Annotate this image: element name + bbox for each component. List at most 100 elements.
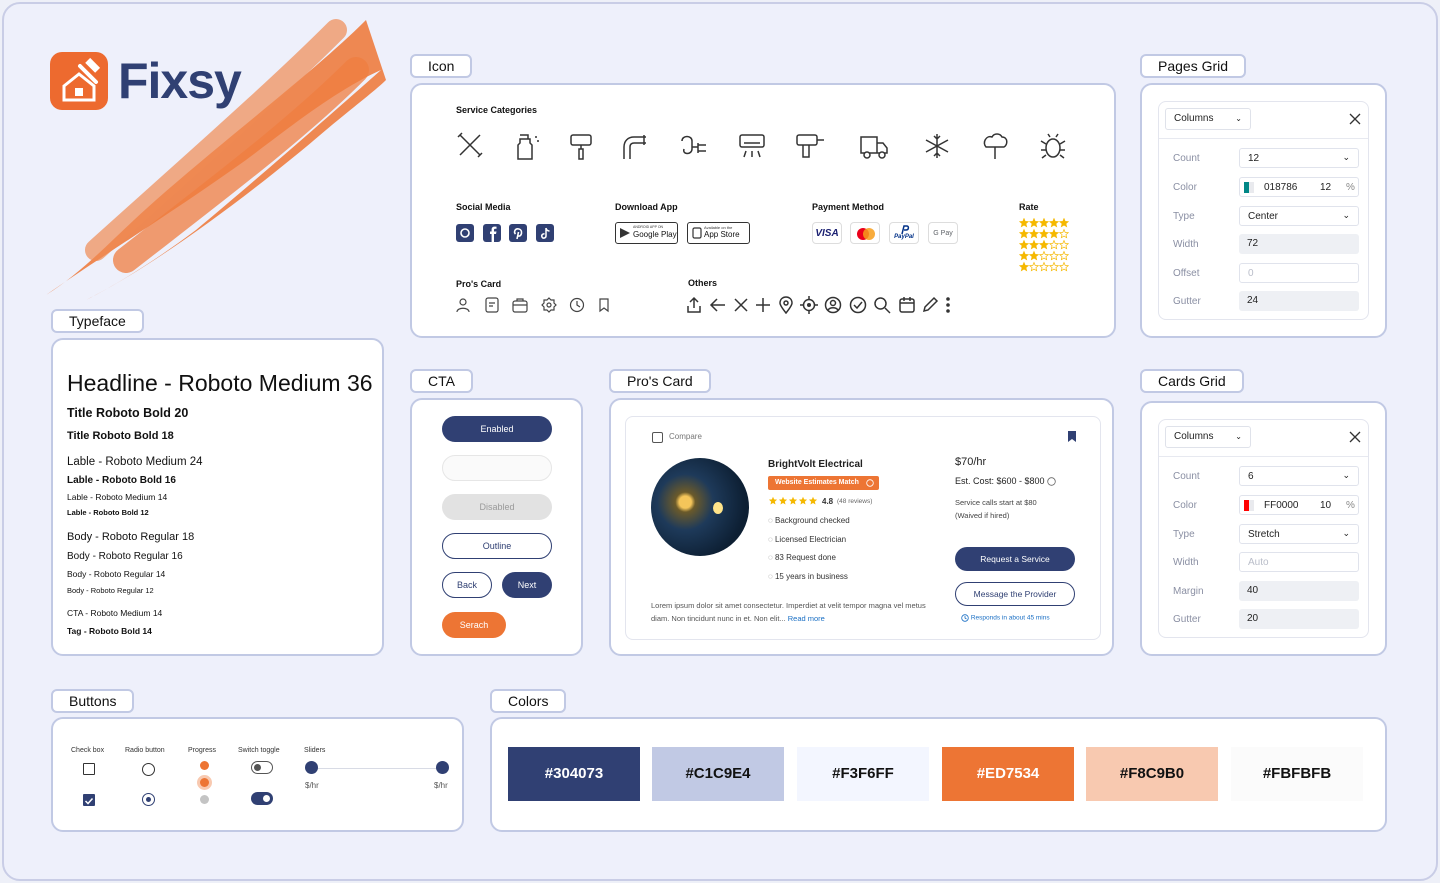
read-more-link[interactable]: Read more — [788, 614, 825, 623]
bookmark-icon[interactable] — [1067, 430, 1077, 443]
pro-card: Compare BrightVolt Electrical Website Es… — [625, 416, 1101, 640]
chevron-down-icon: ⌄ — [1342, 470, 1350, 480]
estimated-cost: Est. Cost: $600 - $800 — [955, 476, 1056, 486]
next-button[interactable]: Next — [502, 572, 552, 598]
radio-unselected[interactable] — [142, 763, 155, 776]
instagram-icon[interactable] — [456, 224, 474, 242]
google-play-badge[interactable]: ANDROID APP ON Google Play — [615, 222, 678, 244]
locate-target-icon[interactable] — [800, 296, 818, 314]
check-circle-icon[interactable] — [849, 296, 867, 314]
tiktok-icon[interactable] — [536, 224, 554, 242]
grid-field-color[interactable]: FF0000 10% — [1239, 495, 1359, 515]
color-hex-value: 018786 — [1264, 182, 1298, 193]
tag14-sample: Tag - Roboto Bold 14 — [67, 626, 152, 636]
others-title: Others — [688, 278, 718, 288]
color-opacity-value: 12 — [1320, 182, 1332, 193]
color-swatch: #F3F6FF — [797, 747, 929, 801]
download-app-title: Download App — [615, 202, 678, 212]
color-swatch: #FBFBFB — [1231, 747, 1363, 801]
tree-icon — [983, 133, 1008, 159]
checkbox-unchecked[interactable] — [83, 763, 95, 775]
facebook-icon[interactable] — [483, 224, 501, 242]
star-filled-icon — [788, 496, 798, 505]
search-button[interactable]: Serach — [442, 612, 506, 638]
compare-checkbox[interactable] — [652, 432, 663, 443]
close-icon[interactable] — [1349, 113, 1361, 125]
label24-sample: Lable - Roboto Medium 24 — [67, 456, 203, 468]
grid-field-type[interactable]: Center ⌄ — [1239, 206, 1359, 226]
outline-button[interactable]: Outline — [442, 533, 552, 559]
columns-dropdown-label: Columns — [1174, 431, 1214, 442]
color-swatch: #C1C9E4 — [652, 747, 784, 801]
star-filled-icon — [1019, 239, 1030, 250]
share-upload-icon[interactable] — [685, 296, 703, 314]
calendar-icon[interactable] — [898, 296, 916, 314]
back-button[interactable]: Back — [442, 572, 492, 598]
info-icon — [866, 479, 874, 487]
slider-handle-max[interactable] — [436, 761, 449, 774]
estimates-match-badge: Website Estimates Match — [768, 476, 879, 490]
arrow-left-icon[interactable] — [709, 296, 727, 314]
more-vertical-icon[interactable] — [942, 296, 954, 314]
color-opacity-unit: % — [1346, 500, 1355, 511]
star-filled-icon — [1028, 239, 1040, 250]
provider-feature-text: Background checked — [774, 516, 850, 525]
message-provider-button[interactable]: Message the Provider — [955, 582, 1075, 606]
close-icon[interactable] — [732, 296, 750, 314]
grid-field-width[interactable]: 72 — [1239, 234, 1359, 254]
slider-handle-min[interactable] — [305, 761, 318, 774]
grid-field-gutter[interactable]: 20 — [1239, 609, 1359, 629]
grid-row-label-type: Type — [1173, 529, 1195, 540]
grid-row-label-margin: Margin — [1173, 586, 1204, 597]
radio-selected[interactable] — [142, 793, 155, 806]
map-pin-icon[interactable] — [777, 296, 795, 314]
color-swatch-chip — [1244, 499, 1254, 511]
snowflake-icon — [925, 134, 949, 158]
columns-dropdown[interactable]: Columns ⌄ — [1165, 108, 1251, 130]
briefcase-icon — [512, 298, 528, 313]
star-empty-icon — [1038, 261, 1050, 272]
plus-icon[interactable] — [754, 296, 772, 314]
edit-pencil-icon[interactable] — [921, 296, 939, 314]
app-store-badge[interactable]: Available on the App Store — [687, 222, 750, 244]
star-filled-icon — [1019, 261, 1030, 272]
progress-dot-current — [197, 775, 212, 790]
color-opacity-unit: % — [1346, 182, 1355, 193]
grid-field-type[interactable]: Stretch ⌄ — [1239, 524, 1359, 544]
google-play-text: Google Play — [633, 230, 677, 239]
pinterest-icon[interactable] — [509, 224, 527, 242]
user-circle-icon[interactable] — [824, 296, 842, 314]
tools-icon — [457, 132, 483, 158]
grid-field-count[interactable]: 6 ⌄ — [1239, 466, 1359, 486]
checkbox-checked[interactable] — [83, 794, 95, 806]
hourly-rate: $70/hr — [955, 456, 987, 468]
switch-off[interactable] — [251, 761, 273, 774]
grid-field-gutter[interactable]: 24 — [1239, 291, 1359, 311]
grid-field-count[interactable]: 12 ⌄ — [1239, 148, 1359, 168]
radio-label: Radio button — [125, 747, 165, 754]
buttons-panel: Check box Radio button Progress Switch t… — [51, 717, 464, 832]
grid-row-label-count: Count — [1173, 153, 1200, 164]
color-hex-value: FF0000 — [1264, 500, 1299, 511]
grid-field-offset[interactable]: 0 — [1239, 263, 1359, 283]
request-service-button[interactable]: Request a Service — [955, 547, 1075, 571]
enabled-button[interactable]: Enabled — [442, 416, 552, 442]
section-label-buttons: Buttons — [51, 689, 135, 713]
mastercard-icon — [850, 222, 880, 244]
grid-field-color[interactable]: 018786 12% — [1239, 177, 1359, 197]
close-icon[interactable] — [1349, 431, 1361, 443]
grid-field-margin[interactable]: 40 — [1239, 581, 1359, 601]
color-opacity-value: 10 — [1320, 500, 1332, 511]
grid-field-width[interactable]: Auto — [1239, 552, 1359, 572]
blank-button[interactable] — [442, 455, 552, 481]
grid-row-label-gutter: Gutter — [1173, 296, 1201, 307]
color-swatch: #F8C9B0 — [1086, 747, 1218, 801]
columns-dropdown[interactable]: Columns ⌄ — [1165, 426, 1251, 448]
electrical-plug-icon — [681, 135, 706, 155]
switch-on[interactable] — [251, 792, 273, 805]
air-conditioner-icon — [739, 134, 765, 158]
slider-track — [311, 768, 443, 769]
grid-field-value: 0 — [1248, 268, 1254, 279]
user-check-icon: ◌ — [768, 516, 775, 525]
search-icon[interactable] — [873, 296, 891, 314]
